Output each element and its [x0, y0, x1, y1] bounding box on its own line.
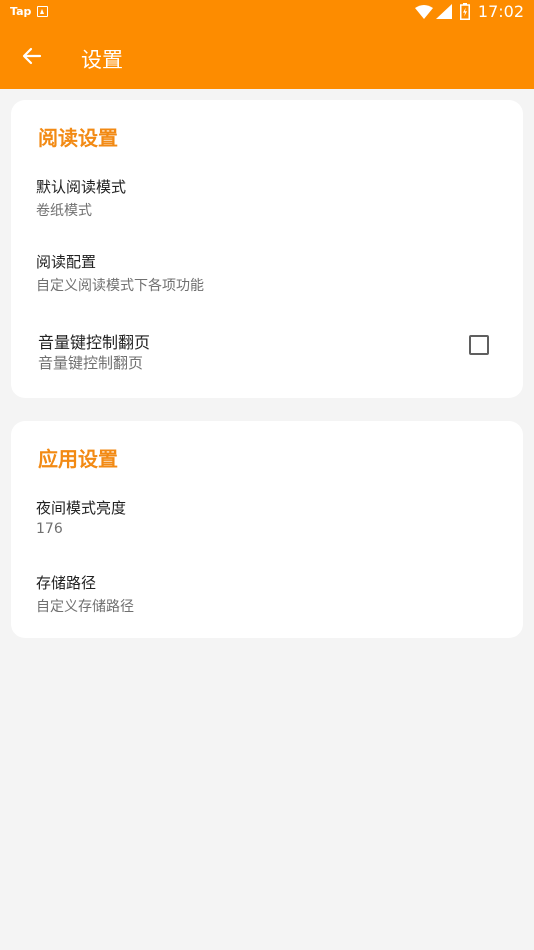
status-app-label: Tap — [10, 5, 32, 18]
night-mode-brightness-item[interactable]: 夜间模式亮度 176 — [11, 491, 523, 549]
item-title: 夜间模式亮度 — [36, 499, 127, 517]
app-settings-title: 应用设置 — [38, 447, 118, 471]
item-summary: 自定义存储路径 — [36, 599, 134, 615]
status-bar: Tap 17:02 — [0, 0, 534, 26]
item-summary: 自定义阅读模式下各项功能 — [36, 278, 204, 294]
item-title: 阅读配置 — [36, 253, 97, 271]
battery-icon — [459, 3, 470, 20]
notification-a-icon — [37, 6, 49, 17]
app-settings-card: 应用设置 夜间模式亮度 176 存储路径 自定义存储路径 — [11, 421, 523, 638]
volume-key-checkbox[interactable] — [469, 335, 489, 355]
back-button[interactable] — [12, 38, 52, 74]
signal-icon — [435, 4, 452, 19]
app-bar: 设置 — [0, 26, 534, 89]
status-time: 17:02 — [477, 2, 524, 21]
item-title: 默认阅读模式 — [36, 178, 127, 196]
storage-path-item[interactable]: 存储路径 自定义存储路径 — [11, 566, 523, 624]
arrow-left-icon — [22, 47, 42, 65]
reading-settings-card: 阅读设置 默认阅读模式 卷纸模式 阅读配置 自定义阅读模式下各项功能 音量键控制… — [11, 100, 523, 398]
page-title: 设置 — [81, 48, 123, 72]
item-summary: 176 — [36, 521, 63, 537]
item-summary: 卷纸模式 — [36, 203, 92, 219]
item-summary: 音量键控制翻页 — [38, 354, 144, 372]
volume-key-page-turn-item[interactable]: 音量键控制翻页 音量键控制翻页 — [11, 322, 523, 382]
item-title: 存储路径 — [36, 574, 97, 592]
reading-config-item[interactable]: 阅读配置 自定义阅读模式下各项功能 — [11, 245, 523, 303]
default-reading-mode-item[interactable]: 默认阅读模式 卷纸模式 — [11, 170, 523, 228]
status-left: Tap — [10, 5, 49, 18]
wifi-icon — [414, 4, 433, 19]
item-title: 音量键控制翻页 — [38, 333, 151, 352]
reading-settings-title: 阅读设置 — [38, 126, 118, 150]
status-right: 17:02 — [414, 2, 524, 21]
